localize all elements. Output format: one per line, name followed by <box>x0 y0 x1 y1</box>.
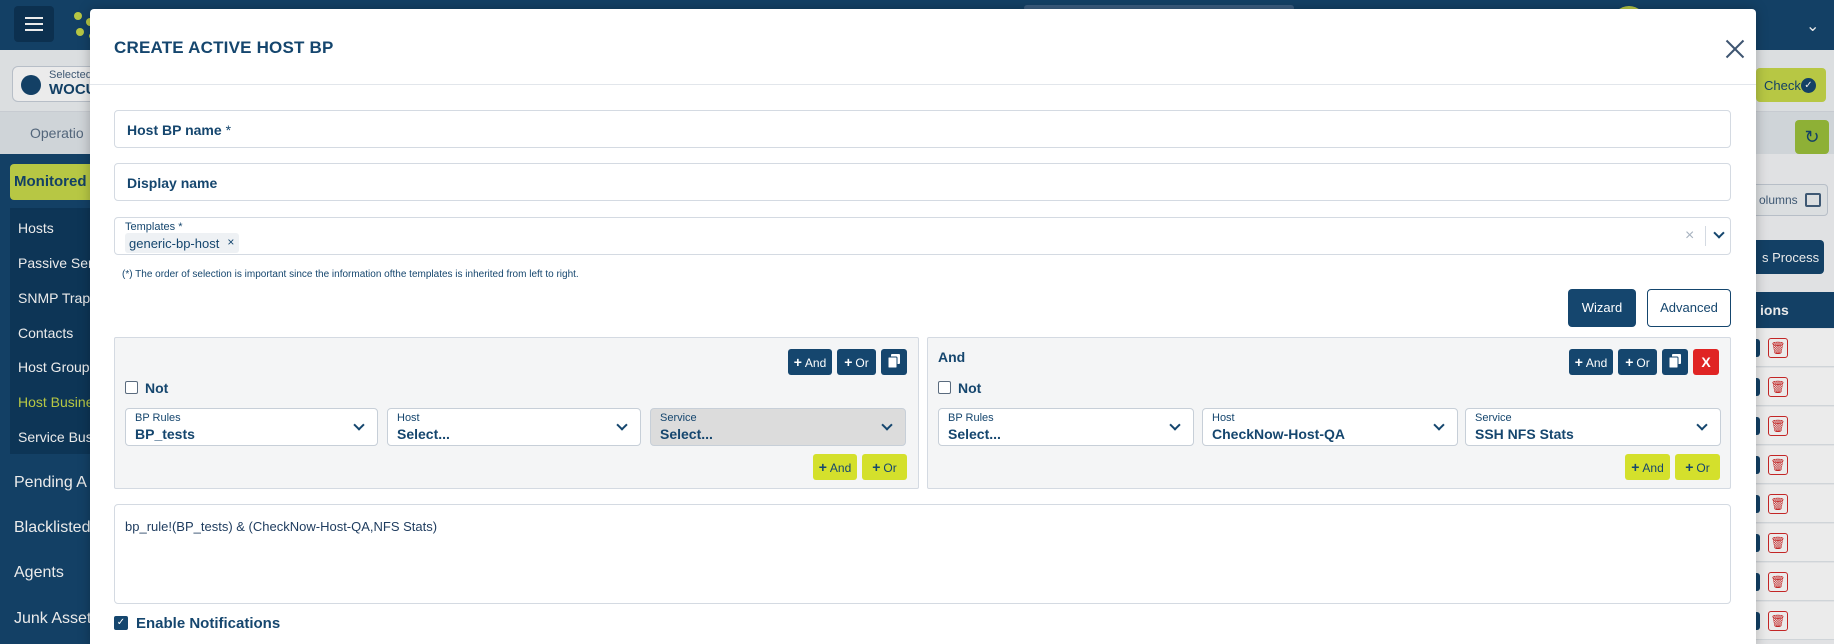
display-name-field[interactable]: Display name <box>114 163 1731 201</box>
copy-rule-button[interactable] <box>881 349 907 375</box>
wizard-button[interactable]: Wizard <box>1568 289 1636 327</box>
chevron-down-icon[interactable] <box>1713 227 1725 239</box>
templates-note: (*) The order of selection is important … <box>122 269 579 280</box>
not-checkbox[interactable] <box>938 381 951 394</box>
rule-panel-1: + And + Or Not BP Rules BP_tests Host Sele… <box>114 337 919 489</box>
enable-notifications-label: Enable Notifications <box>136 615 281 632</box>
service-select[interactable]: Service SSH NFS Stats <box>1465 408 1721 446</box>
advanced-button[interactable]: Advanced <box>1647 289 1731 327</box>
host-select[interactable]: Host Select... <box>387 408 641 446</box>
not-checkbox[interactable] <box>125 381 138 394</box>
templates-label: Templates * <box>125 221 183 233</box>
copy-icon <box>1668 354 1681 369</box>
bp-rule-expression-textarea[interactable]: bp_rule!(BP_tests) & (CheckNow-Host-QA,N… <box>114 504 1731 604</box>
close-icon[interactable] <box>1723 37 1747 61</box>
copy-rule-button[interactable] <box>1662 349 1688 375</box>
enable-notifications-checkbox[interactable]: ✓ <box>114 616 128 630</box>
bp-rules-select[interactable]: BP Rules BP_tests <box>125 408 378 446</box>
chevron-down-icon <box>1696 419 1708 431</box>
add-or-rule-button[interactable]: + Or <box>837 349 876 375</box>
host-bp-name-field[interactable]: Host BP name * <box>114 110 1731 148</box>
chevron-down-icon <box>616 419 628 431</box>
rule-panel-2: And + And + Or X Not BP Rules Select... Ho… <box>927 337 1731 489</box>
bp-rules-select[interactable]: BP Rules Select... <box>938 408 1194 446</box>
chevron-down-icon <box>1433 419 1445 431</box>
host-bp-name-label: Host BP name * <box>127 122 232 138</box>
host-select[interactable]: Host CheckNow-Host-QA <box>1202 408 1458 446</box>
template-chip: generic-bp-host × <box>125 233 240 253</box>
modal-divider <box>90 84 1756 85</box>
copy-icon <box>887 354 900 369</box>
remove-template-icon[interactable]: × <box>227 235 234 249</box>
panel-operator-title: And <box>938 349 966 365</box>
delete-rule-button[interactable]: X <box>1693 349 1719 375</box>
add-or-condition-button[interactable]: + Or <box>862 454 907 480</box>
chevron-down-icon <box>353 419 365 431</box>
not-label: Not <box>145 380 169 396</box>
bp-rule-expression: bp_rule!(BP_tests) & (CheckNow-Host-QA,N… <box>125 519 438 534</box>
add-and-rule-button[interactable]: + And <box>1569 349 1613 375</box>
chevron-down-icon <box>1169 419 1181 431</box>
add-and-condition-button[interactable]: + And <box>1625 454 1670 480</box>
not-label: Not <box>958 380 982 396</box>
clear-templates-icon[interactable]: × <box>1685 227 1694 245</box>
create-host-bp-modal: CREATE ACTIVE HOST BP Host BP name * Dis… <box>90 9 1756 644</box>
service-select: Service Select... <box>650 408 906 446</box>
chevron-down-icon <box>881 419 893 431</box>
modal-title: CREATE ACTIVE HOST BP <box>114 38 334 57</box>
add-or-rule-button[interactable]: + Or <box>1618 349 1657 375</box>
display-name-label: Display name <box>127 175 218 191</box>
add-and-rule-button[interactable]: + And <box>788 349 832 375</box>
add-and-condition-button[interactable]: + And <box>813 454 857 480</box>
templates-select[interactable]: Templates * generic-bp-host × × <box>114 217 1731 255</box>
add-or-condition-button[interactable]: + Or <box>1675 454 1720 480</box>
